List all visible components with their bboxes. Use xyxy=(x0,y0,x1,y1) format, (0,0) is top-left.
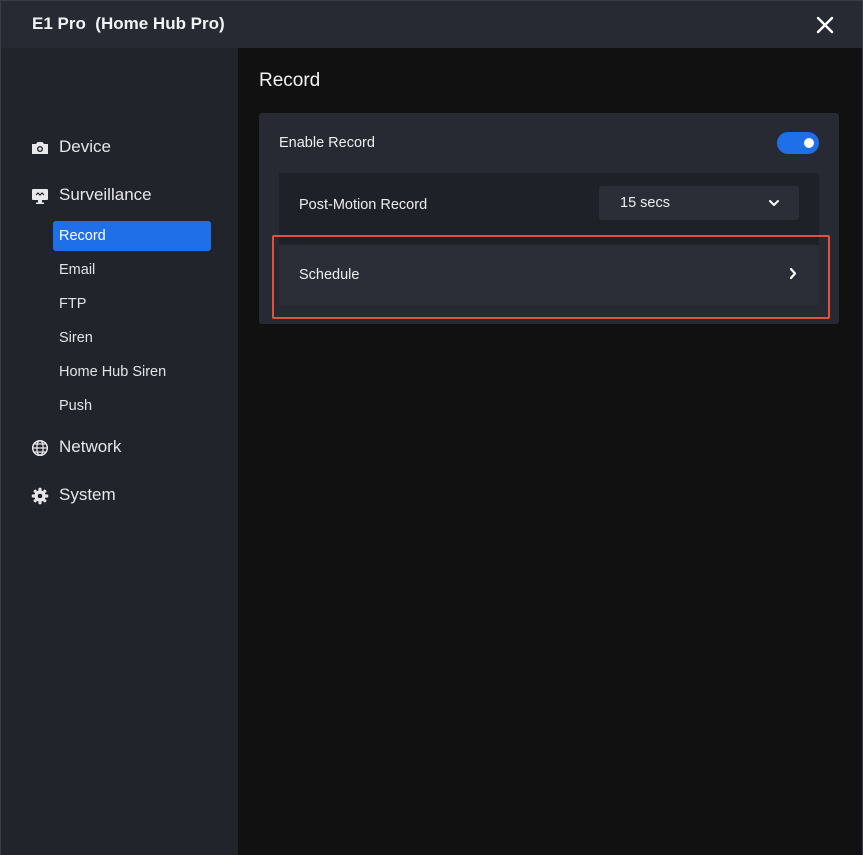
globe-icon xyxy=(31,439,49,457)
post-motion-record-label: Post-Motion Record xyxy=(299,197,428,213)
schedule-label: Schedule xyxy=(299,267,360,283)
record-settings-panel: Enable Record Post-Motion Record 15 secs… xyxy=(259,113,839,324)
sidebar: Device Surveillance Record Email FTP Sir… xyxy=(1,48,238,855)
sidebar-item-label: Surveillance xyxy=(59,185,152,204)
sidebar-item-email[interactable]: Email xyxy=(53,255,211,285)
gear-icon xyxy=(31,487,49,505)
sidebar-item-label: Home Hub Siren xyxy=(59,364,167,380)
sidebar-item-label: Siren xyxy=(59,330,93,346)
record-options: Post-Motion Record 15 secs Schedule xyxy=(279,173,819,305)
sidebar-item-siren[interactable]: Siren xyxy=(53,323,211,353)
sidebar-item-home-hub-siren[interactable]: Home Hub Siren xyxy=(53,357,211,387)
monitor-icon xyxy=(32,189,48,204)
sidebar-item-record[interactable]: Record xyxy=(53,221,211,251)
main-content: Record Enable Record Post-Motion Record … xyxy=(238,48,862,855)
sidebar-item-ftp[interactable]: FTP xyxy=(53,289,211,319)
sidebar-item-label: Network xyxy=(59,437,122,456)
sidebar-item-network[interactable]: Network xyxy=(1,429,238,465)
toggle-knob xyxy=(804,138,814,148)
page-title: Record xyxy=(259,70,321,91)
close-icon[interactable] xyxy=(813,13,837,37)
sidebar-item-system[interactable]: System xyxy=(1,477,238,513)
schedule-row[interactable]: Schedule xyxy=(279,245,819,305)
settings-window: E1 Pro (Home Hub Pro) Device Surveillanc… xyxy=(0,0,863,855)
select-value: 15 secs xyxy=(620,195,670,211)
sidebar-item-label: System xyxy=(59,485,116,504)
enable-record-toggle[interactable] xyxy=(777,132,819,154)
sidebar-item-push[interactable]: Push xyxy=(53,391,211,421)
camera-icon xyxy=(32,142,48,154)
post-motion-record-select[interactable]: 15 secs xyxy=(599,186,799,220)
sidebar-item-label: Device xyxy=(59,137,111,156)
title-bar: E1 Pro (Home Hub Pro) xyxy=(1,1,862,48)
sidebar-item-device[interactable]: Device xyxy=(1,129,238,165)
sidebar-item-surveillance[interactable]: Surveillance xyxy=(1,177,238,213)
sidebar-item-label: Push xyxy=(59,398,93,414)
chevron-down-icon xyxy=(769,200,779,206)
chevron-right-icon xyxy=(789,267,797,280)
sidebar-item-label: Email xyxy=(59,262,96,278)
sidebar-item-label: FTP xyxy=(59,296,87,312)
sidebar-item-label: Record xyxy=(59,228,106,244)
window-title: E1 Pro (Home Hub Pro) xyxy=(32,14,225,33)
enable-record-label: Enable Record xyxy=(279,135,375,151)
